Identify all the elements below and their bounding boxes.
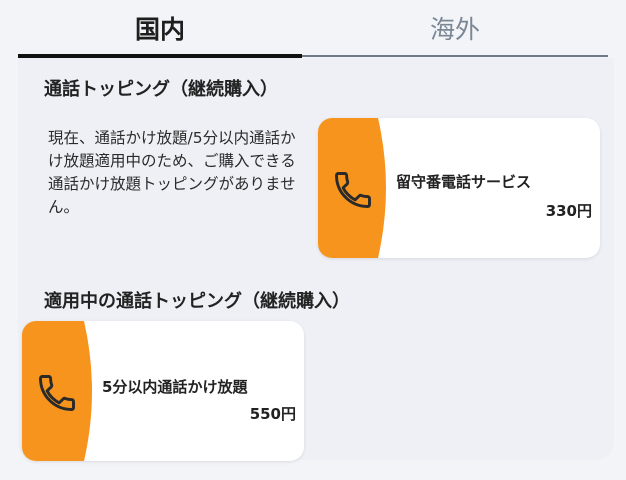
available-toppings-heading: 通話トッピング（継続購入） bbox=[44, 79, 278, 100]
topping-card-voicemail[interactable]: 留守番電話サービス 330円 bbox=[318, 118, 600, 258]
no-available-toppings-notice: 現在、通話かけ放題/5分以内通話かけ放題適用中のため、ご購入できる通話かけ放題ト… bbox=[48, 129, 296, 216]
tab-domestic[interactable]: 国内 bbox=[18, 0, 302, 56]
topping-name: 5分以内通話かけ放題 bbox=[102, 378, 248, 396]
phone-icon bbox=[39, 375, 75, 411]
topping-price: 330円 bbox=[545, 202, 592, 220]
topping-price: 550円 bbox=[249, 405, 296, 423]
tab-overseas[interactable]: 海外 bbox=[302, 0, 608, 56]
applied-toppings-heading: 適用中の通話トッピング（継続購入） bbox=[44, 291, 350, 312]
phone-icon bbox=[335, 172, 371, 208]
topping-name: 留守番電話サービス bbox=[396, 173, 532, 191]
region-tabs: 国内 海外 bbox=[0, 0, 626, 58]
inactive-tab-underline bbox=[302, 55, 608, 57]
topping-card-5min-calls[interactable]: 5分以内通話かけ放題 550円 bbox=[22, 321, 304, 461]
